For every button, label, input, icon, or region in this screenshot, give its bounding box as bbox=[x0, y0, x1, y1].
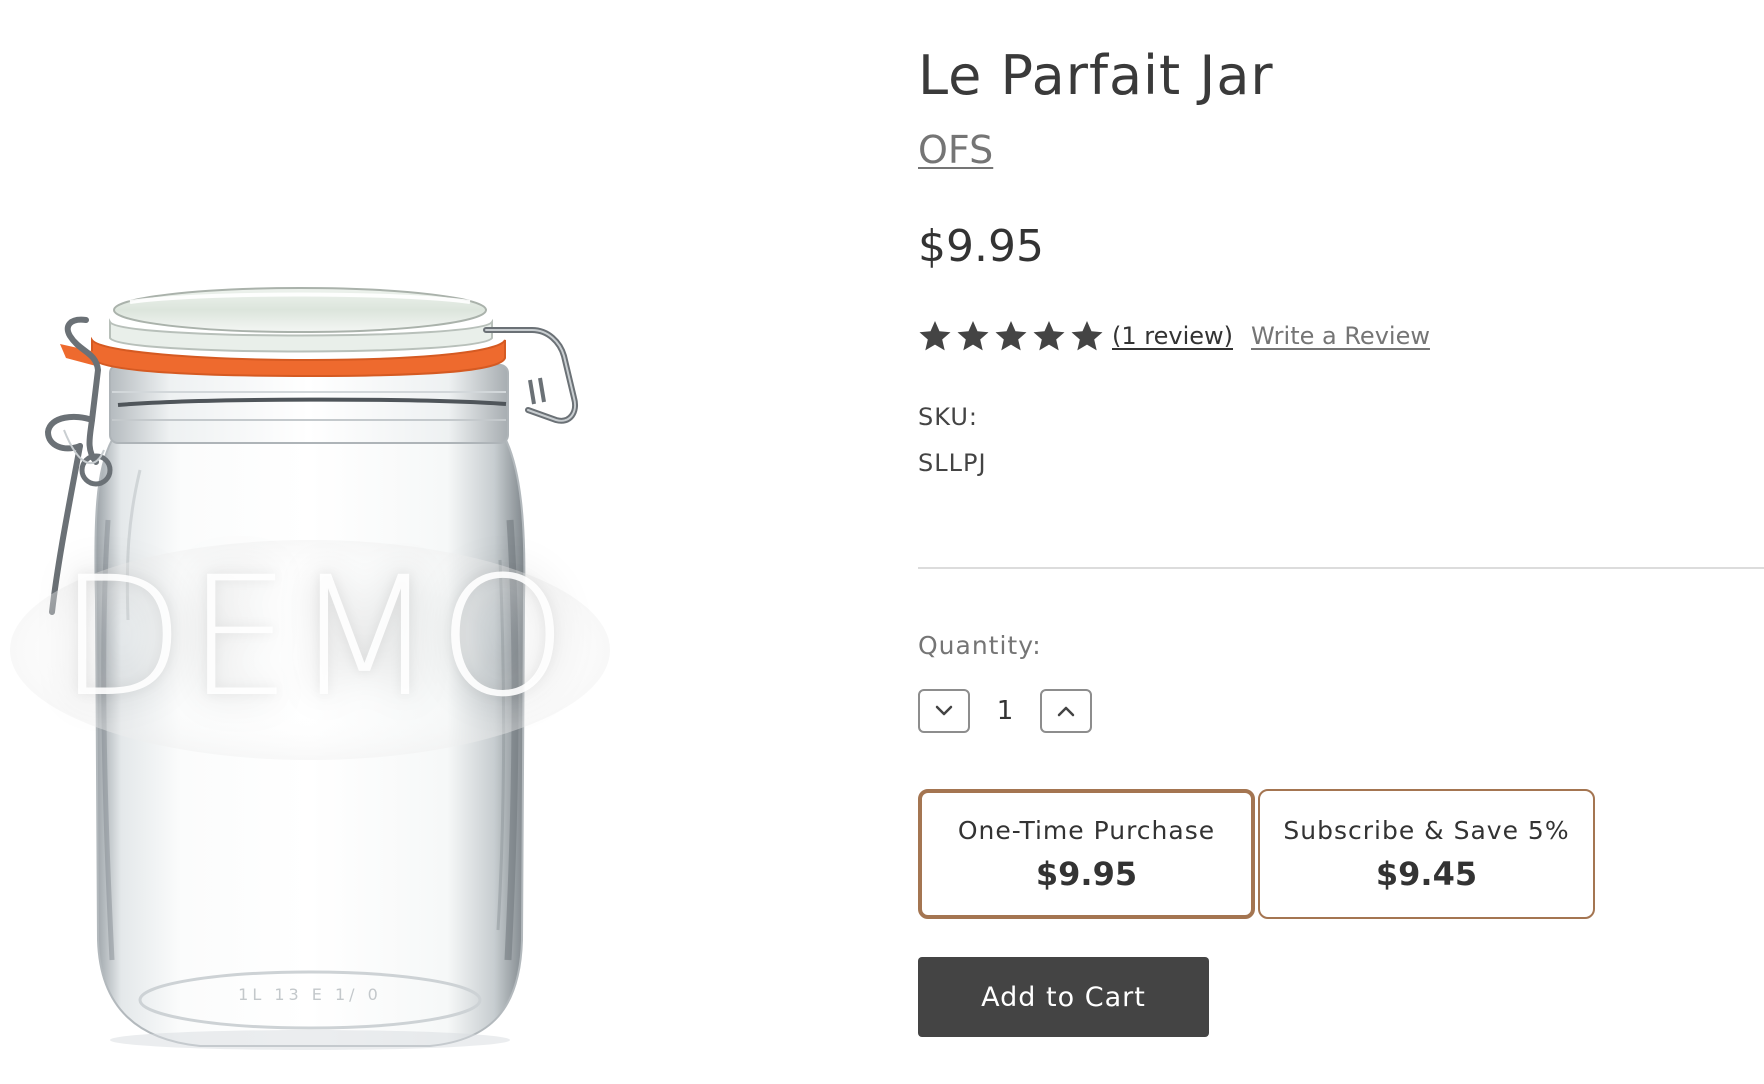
embossed-text: 1L 13 E 1/ 0 bbox=[238, 985, 382, 1004]
product-image: 1L 13 E 1/ 0 DEMO bbox=[0, 0, 700, 1084]
star-icon bbox=[1070, 319, 1104, 353]
divider bbox=[918, 567, 1764, 569]
quantity-decrement-button[interactable] bbox=[918, 689, 970, 733]
option-label: One-Time Purchase bbox=[957, 815, 1216, 845]
quantity-value[interactable]: 1 bbox=[970, 696, 1040, 726]
quantity-increment-button[interactable] bbox=[1040, 689, 1092, 733]
chevron-up-icon bbox=[1057, 706, 1075, 717]
chevron-down-icon bbox=[935, 705, 953, 716]
add-to-cart-button[interactable]: Add to Cart bbox=[918, 957, 1209, 1037]
sku-value: SLLPJ bbox=[918, 449, 987, 477]
product-page: 1L 13 E 1/ 0 DEMO Le Parfait Jar OFS $9.… bbox=[0, 0, 1764, 1084]
product-title: Le Parfait Jar bbox=[918, 44, 1274, 107]
jar-illustration: 1L 13 E 1/ 0 bbox=[10, 287, 610, 1050]
product-details: Le Parfait Jar OFS $9.95 (1 review) Writ… bbox=[918, 0, 1764, 1084]
product-price: $9.95 bbox=[918, 221, 1044, 272]
option-label: Subscribe & Save 5% bbox=[1283, 815, 1570, 845]
star-icon bbox=[1032, 319, 1066, 353]
purchase-options: One-Time Purchase $9.95 Subscribe & Save… bbox=[918, 789, 1595, 919]
sku-label: SKU: bbox=[918, 403, 978, 431]
rating-row: (1 review) Write a Review bbox=[918, 316, 1430, 356]
brand-link[interactable]: OFS bbox=[918, 128, 993, 172]
star-icon bbox=[994, 319, 1028, 353]
review-count-link[interactable]: (1 review) bbox=[1112, 322, 1233, 350]
quantity-stepper: 1 bbox=[918, 687, 1092, 735]
quantity-label: Quantity: bbox=[918, 631, 1042, 660]
star-icon bbox=[956, 319, 990, 353]
star-rating[interactable] bbox=[918, 319, 1104, 353]
option-price: $9.95 bbox=[1035, 854, 1138, 893]
star-icon bbox=[918, 319, 952, 353]
write-review-link[interactable]: Write a Review bbox=[1251, 322, 1430, 350]
option-price: $9.45 bbox=[1375, 854, 1478, 893]
option-one-time-purchase[interactable]: One-Time Purchase $9.95 bbox=[918, 789, 1255, 919]
option-subscribe-and-save[interactable]: Subscribe & Save 5% $9.45 bbox=[1258, 789, 1595, 919]
